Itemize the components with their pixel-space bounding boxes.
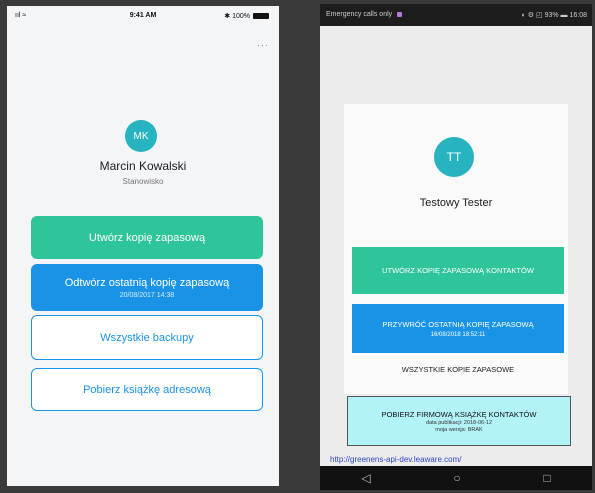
status-left: Emergency calls only (326, 11, 403, 18)
download-addressbook-button[interactable]: Pobierz książkę adresową (31, 368, 263, 411)
create-contacts-backup-button[interactable]: UTWÓRZ KOPIĘ ZAPASOWĄ KONTAKTÓW (352, 247, 564, 294)
emergency-calls-text: Emergency calls only (326, 11, 393, 18)
publish-date: data publikacji: 2018-06-12 (425, 419, 493, 426)
back-icon[interactable]: ◁ (361, 471, 370, 485)
download-company-label: POBIERZ FIRMOWĄ KSIĄŻKĘ KONTAKTÓW (381, 409, 537, 419)
all-backups-label: Wszystkie backupy (100, 331, 194, 344)
user-role: Stanowisko (122, 177, 164, 186)
restore-backup-button[interactable]: Odtwórz ostatnią kopię zapasową 20/08/20… (31, 264, 263, 311)
restore-backup-label: PRZYWRÓĆ OSTATNIĄ KOPIĘ ZAPASOWĄ (382, 319, 534, 329)
my-version: moja wersja: BRAK (435, 426, 483, 433)
create-backup-label: Utwórz kopię zapasową (88, 231, 206, 244)
status-right: ◐ ⚙ ◰ 93% ▬ 16:08 (521, 12, 587, 19)
restore-backup-label: Odtwórz ostatnią kopię zapasową (64, 276, 230, 289)
download-company-contacts-button[interactable]: POBIERZ FIRMOWĄ KSIĄŻKĘ KONTAKTÓW data p… (347, 396, 571, 446)
ios-screen: ııl ≈ 9:41 AM ✱ 100% ··· MK Marcin Kowal… (7, 6, 279, 486)
android-nav-bar: ◁ ○ □ (320, 466, 592, 490)
more-options-icon[interactable]: ··· (257, 40, 269, 50)
notification-icon (397, 11, 403, 17)
avatar: MK (125, 120, 157, 152)
android-screen: Emergency calls only ◐ ⚙ ◰ 93% ▬ 16:08 T… (320, 4, 592, 490)
create-backup-label: UTWÓRZ KOPIĘ ZAPASOWĄ KONTAKTÓW (382, 266, 534, 275)
restore-backup-button[interactable]: PRZYWRÓĆ OSTATNIĄ KOPIĘ ZAPASOWĄ 16/08/2… (352, 304, 564, 353)
user-name: Testowy Tester (419, 197, 493, 209)
download-addressbook-label: Pobierz książkę adresową (83, 383, 211, 396)
user-name: Marcin Kowalski (99, 159, 187, 173)
battery-status: ✱ 100% (224, 12, 269, 20)
avatar: TT (434, 137, 474, 177)
all-backups-button[interactable]: WSZYSTKIE KOPIE ZAPASOWE (352, 365, 564, 374)
home-icon[interactable]: ○ (453, 471, 460, 485)
android-status-bar: Emergency calls only ◐ ⚙ ◰ 93% ▬ 16:08 (320, 4, 592, 26)
restore-backup-date: 20/08/2017 14:38 (119, 291, 175, 299)
battery-icon (253, 13, 269, 19)
create-backup-button[interactable]: Utwórz kopię zapasową (31, 216, 263, 259)
recent-apps-icon[interactable]: □ (543, 471, 550, 485)
server-link[interactable]: http://greenens-api-dev.leaware.com/ (330, 455, 461, 464)
restore-backup-date: 16/08/2018 18:52:11 (430, 331, 486, 338)
ios-status-bar: ııl ≈ 9:41 AM ✱ 100% (7, 6, 279, 26)
battery-label: ✱ 100% (224, 13, 250, 20)
all-backups-button[interactable]: Wszystkie backupy (31, 315, 263, 360)
